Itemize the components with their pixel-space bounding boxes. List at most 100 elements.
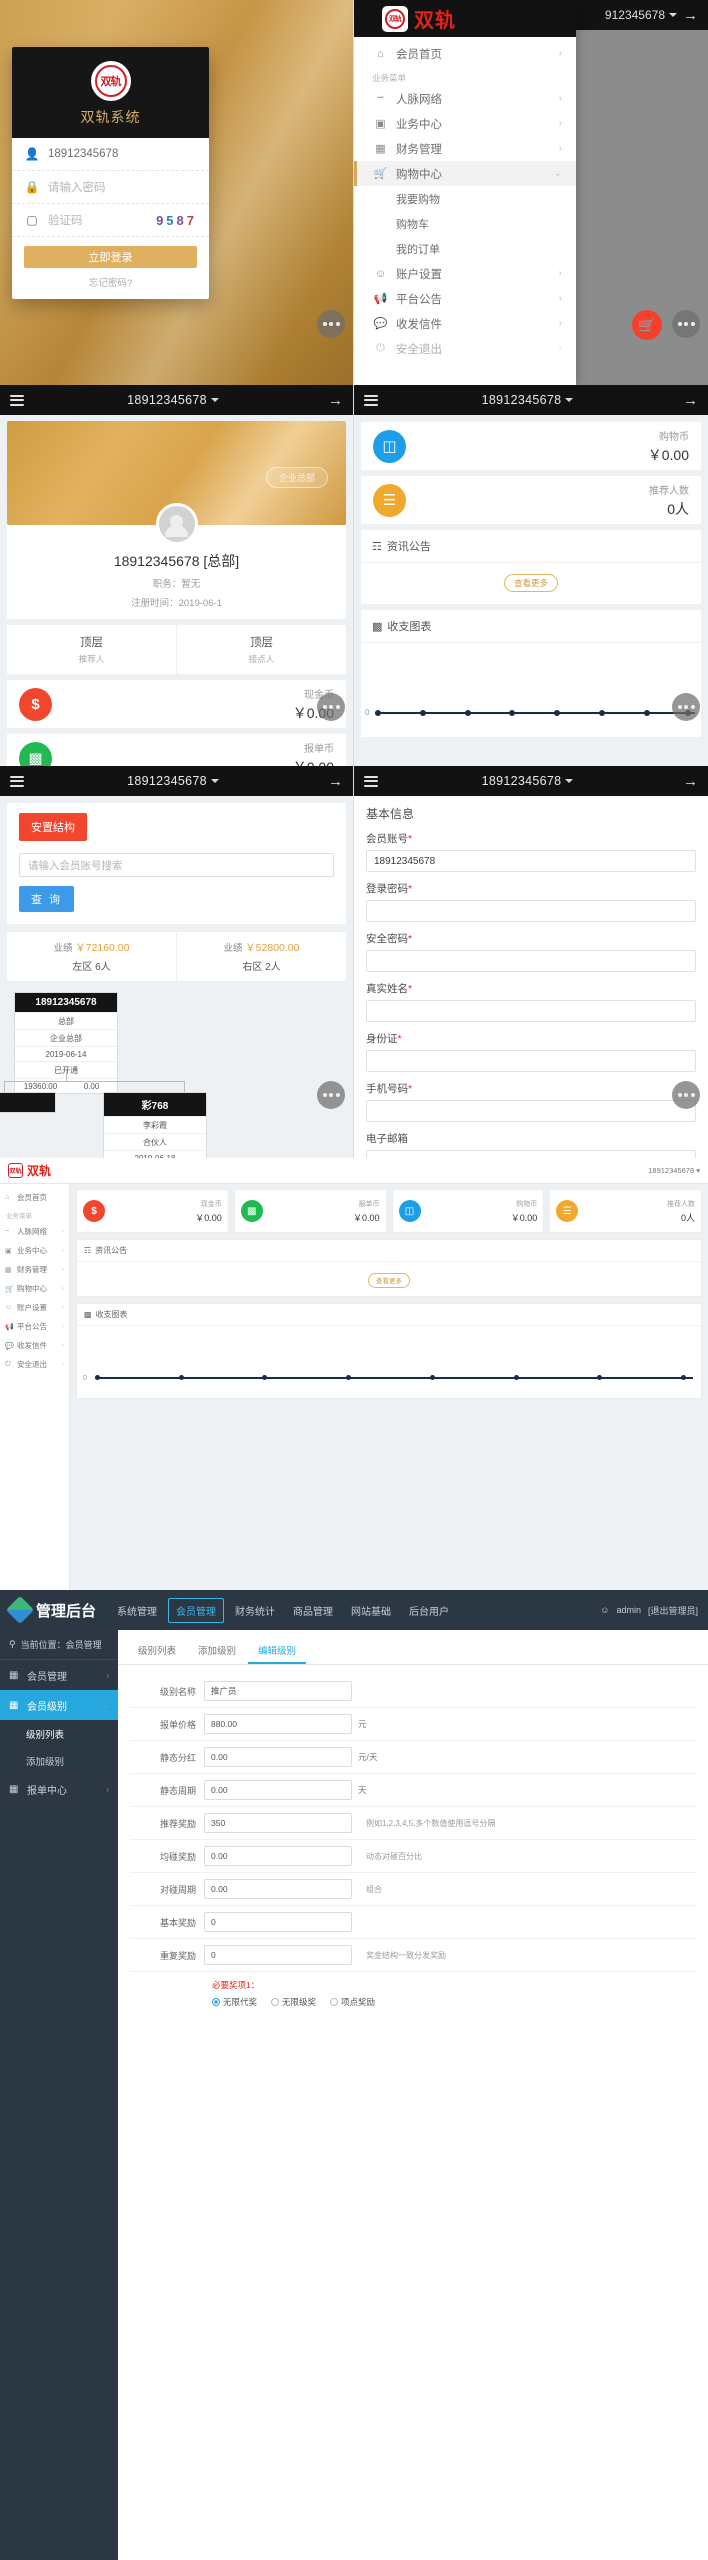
tab-level-list[interactable]: 级别列表 [128,1638,186,1664]
sidebar-item-shopping[interactable]: 🛒 购物中心 › [0,1279,69,1298]
drawer-item-business[interactable]: ▣ 业务中心 › [354,111,576,136]
drawer-sub-orders[interactable]: 我的订单 [354,236,576,261]
input-id-card[interactable] [366,1050,696,1072]
sidebar-item-business[interactable]: ▣ 业务中心 › [0,1241,69,1260]
drawer-item-shopping[interactable]: 🛒 购物中心 ⌄ [354,161,576,186]
radio-unlimited-gen[interactable]: 无限代奖 [212,1996,257,2008]
drawer-item-mail[interactable]: 💬 收发信件 › [354,311,576,336]
input-email[interactable] [366,1150,696,1158]
sidebar-item-account[interactable]: ☺ 账户设置 › [0,1298,69,1317]
floating-menu-button[interactable] [317,310,345,338]
floating-menu-button[interactable] [672,1081,700,1109]
input-static-dividend[interactable]: 0.00 [204,1747,352,1767]
captcha-input[interactable]: 验证码 [40,212,156,228]
admin-submenu-level-list[interactable]: 级别列表 [0,1720,118,1747]
sidebar-item-network[interactable]: ⏖ 人脉网络 › [0,1222,69,1241]
captcha-field-row[interactable]: ▢ 验证码 9587 [12,204,209,237]
input-static-cycle[interactable]: 0.00 [204,1780,352,1800]
input-real-name[interactable] [366,1000,696,1022]
tree-node-left-child[interactable] [0,1092,56,1113]
floating-menu-button[interactable] [317,693,345,721]
password-field-row[interactable]: 🔒 请输入密码 [12,171,209,204]
wallet-card-referrals[interactable]: ☰ 推荐人数 0人 [361,476,701,524]
admin-menu-report-center[interactable]: ▦ 报单中心 › [0,1774,118,1804]
shop-topbar-account[interactable]: 912345678 [605,8,665,22]
input-base-reward[interactable]: 0 [204,1912,352,1932]
admin-submenu-add-level[interactable]: 添加级别 [0,1747,118,1774]
floating-menu-button[interactable] [672,310,700,338]
topbar-account[interactable]: 18912345678 [378,393,677,407]
drawer-item-finance[interactable]: ▦ 财务管理 › [354,136,576,161]
query-button[interactable]: 查 询 [19,886,75,912]
stat-card-shopping[interactable]: ◫ 购物币 ￥0.00 [391,1189,545,1233]
sidebar-item-mail[interactable]: 💬 收发信件 › [0,1336,69,1355]
referrer-cell[interactable]: 顶层 推荐人 [7,625,176,674]
account-input[interactable]: 18912345678 [40,148,197,160]
input-order-price[interactable]: 880.00 [204,1714,352,1734]
nav-product[interactable]: 商品管理 [286,1599,340,1622]
hamburger-icon[interactable] [364,775,378,787]
nav-site[interactable]: 网站基础 [344,1599,398,1622]
drawer-item-announcement[interactable]: 📢 平台公告 › [354,286,576,311]
topbar-account[interactable]: 18912345678 [378,774,677,788]
topbar-account[interactable]: 18912345678 [24,393,322,407]
admin-logout-link[interactable]: [退出管理员] [648,1604,698,1617]
arrow-right-icon[interactable]: → [677,392,698,409]
drawer-sub-buy[interactable]: 我要购物 [354,186,576,211]
cart-float-button[interactable]: 🛒 [632,310,662,340]
login-submit-button[interactable]: 立即登录 [24,246,197,268]
hamburger-icon[interactable] [10,775,24,787]
placement-structure-button[interactable]: 安置结构 [19,813,87,841]
input-level-name[interactable]: 推广员 [204,1681,352,1701]
avatar[interactable] [155,503,198,545]
nav-member[interactable]: 会员管理 [168,1597,225,1623]
sidebar-item-member-home[interactable]: ⌂ 会员首页 [0,1188,69,1207]
tree-node-right-child[interactable]: 彩768 李彩霞 合伙人 2019-06-18 [103,1092,207,1158]
floating-menu-button[interactable] [672,693,700,721]
captcha-image[interactable]: 9587 [156,213,197,228]
floating-menu-button[interactable] [317,1081,345,1109]
stat-card-order[interactable]: ▩ 报单币 ￥0.00 [233,1189,387,1233]
input-login-password[interactable] [366,900,696,922]
tab-edit-level[interactable]: 编辑级别 [248,1638,307,1664]
forgot-password-link[interactable]: 忘记密码? [12,272,209,299]
admin-menu-member-level[interactable]: ▦ 会员级别 ⌄ [0,1690,118,1720]
input-referral-reward[interactable]: 350 [204,1813,352,1833]
wide-account-label[interactable]: 18912345678 ▾ [648,1166,700,1175]
drawer-item-account[interactable]: ☺ 账户设置 › [354,261,576,286]
radio-peak-reward[interactable]: 项点奖励 [330,1996,375,2008]
stat-card-referrals[interactable]: ☰ 推荐人数 0人 [549,1189,702,1233]
input-security-password[interactable] [366,950,696,972]
drawer-item-member-home[interactable]: ⌂ 会员首页 › [354,41,576,66]
arrow-right-icon[interactable]: → [677,7,698,24]
tab-add-level[interactable]: 添加级别 [188,1638,246,1664]
input-member-account[interactable]: 18912345678 [366,850,696,872]
nav-finance[interactable]: 财务统计 [228,1599,282,1622]
stat-card-cash[interactable]: $ 现金币 ￥0.00 [76,1189,229,1233]
sidebar-item-finance[interactable]: ▦ 财务管理 › [0,1260,69,1279]
nav-system[interactable]: 系统管理 [110,1599,164,1622]
member-search-input[interactable]: 请输入会员账号搜索 [19,853,334,877]
account-field-row[interactable]: 👤 18912345678 [12,138,209,171]
arrow-right-icon[interactable]: → [322,773,343,790]
notice-more-button[interactable]: 查看更多 [368,1272,410,1288]
admin-menu-member[interactable]: ▦ 会员管理 › [0,1660,118,1690]
topbar-account[interactable]: 18912345678 [24,774,322,788]
arrow-right-icon[interactable]: → [677,773,698,790]
drawer-item-network[interactable]: ⏖ 人脉网络 › [354,86,576,111]
sidebar-item-announcement[interactable]: 📢 平台公告 › [0,1317,69,1336]
placement-cell[interactable]: 顶层 接点人 [176,625,346,674]
input-match-cycle[interactable]: 0.00 [204,1879,352,1899]
password-input[interactable]: 请输入密码 [40,179,197,195]
radio-unlimited-lvl[interactable]: 无限级奖 [271,1996,316,2008]
drawer-sub-cart[interactable]: 购物车 [354,211,576,236]
input-match-reward[interactable]: 0.00 [204,1846,352,1866]
hamburger-icon[interactable] [10,394,24,406]
arrow-right-icon[interactable]: → [322,392,343,409]
drawer-item-logout[interactable]: ⏻ 安全退出 › [354,336,576,361]
wallet-card-order[interactable]: ▩ 报单币 ￥0.00 [7,734,346,766]
hamburger-icon[interactable] [364,394,378,406]
sidebar-item-logout[interactable]: ⏻ 安全退出 › [0,1355,69,1374]
nav-backend-user[interactable]: 后台用户 [402,1599,456,1622]
wallet-card-cash[interactable]: $ 现金币 ￥0.00 [7,680,346,728]
